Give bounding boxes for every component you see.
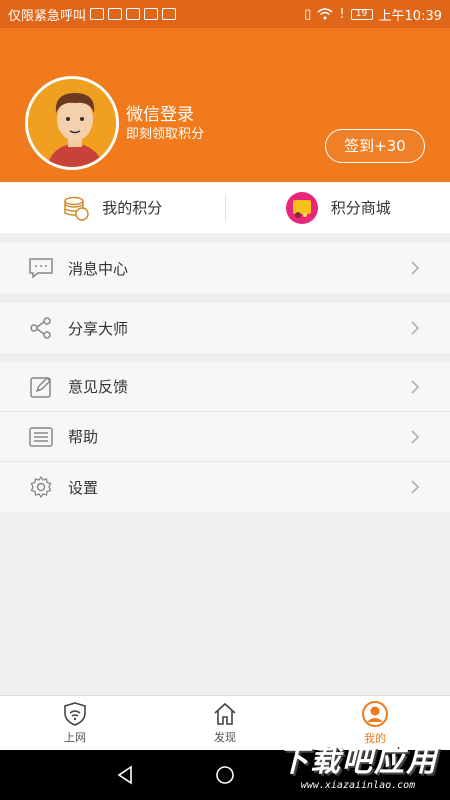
status-bar: 仅限紧急呼叫 ▯ ! 19 上午10:39 — [0, 0, 450, 28]
alert-icon: ! — [339, 6, 345, 22]
avatar[interactable] — [25, 76, 119, 170]
nav-label-discover: 发现 — [214, 731, 236, 744]
app-notification-icon — [144, 8, 159, 20]
avatar-illustration — [28, 79, 116, 167]
chevron-right-icon — [408, 261, 422, 275]
menu-group-messages: 消息中心 — [0, 243, 450, 293]
menu-item-feedback[interactable]: 意见反馈 — [0, 362, 450, 412]
menu-label-settings: 设置 — [68, 478, 99, 497]
menu-item-share-master[interactable]: 分享大师 — [0, 303, 450, 353]
clock: 上午10:39 — [378, 8, 442, 24]
menu-label-share-master: 分享大师 — [68, 319, 129, 338]
chevron-right-icon — [408, 379, 422, 394]
user-icon — [362, 701, 388, 727]
my-points-button[interactable]: 我的积分 — [0, 182, 225, 233]
home-circle-icon[interactable] — [215, 765, 235, 785]
menu-label-help: 帮助 — [68, 428, 99, 446]
wifi-icon — [317, 8, 333, 20]
back-triangle-icon[interactable] — [115, 765, 135, 785]
mall-icon — [285, 191, 318, 224]
coins-icon — [64, 196, 89, 221]
nav-label-internet: 上网 — [64, 731, 86, 744]
menu-item-help[interactable]: 帮助 — [0, 412, 450, 462]
watermark-title: 下载吧应用 — [278, 744, 438, 779]
message-icon — [28, 255, 54, 281]
settings-gear-icon — [28, 474, 54, 500]
menu-group-share: 分享大师 — [0, 303, 450, 353]
watermark-url: www.xiazaiinlao.com — [300, 780, 416, 791]
menu-item-message-center[interactable]: 消息中心 — [0, 243, 450, 293]
points-mall-button[interactable]: 积分商城 — [226, 182, 450, 233]
my-points-label: 我的积分 — [102, 199, 163, 217]
menu-label-feedback: 意见反馈 — [68, 378, 129, 396]
battery-icon: 19 — [350, 8, 373, 20]
carrier-text: 仅限紧急呼叫 — [8, 8, 87, 24]
battery-saver-icon — [108, 8, 123, 20]
points-mall-label: 积分商城 — [330, 199, 391, 217]
help-list-icon — [28, 424, 54, 450]
chevron-right-icon — [408, 429, 422, 444]
vibrate-icon: ▯ — [304, 6, 312, 22]
profile-header: 微信登录 即刻领取积分 签到+30 — [0, 28, 450, 182]
huawei-icon — [162, 8, 177, 20]
shield-wifi-icon — [64, 702, 86, 726]
menu-label-message-center: 消息中心 — [68, 259, 129, 278]
nav-tab-internet[interactable]: 上网 — [0, 696, 150, 750]
points-bar: 我的积分 积分商城 — [0, 182, 450, 233]
menu-item-settings[interactable]: 设置 — [0, 462, 450, 512]
notification-icon — [90, 8, 105, 20]
watermark: 下载吧应用 www.xiazaiinlao.com — [268, 736, 448, 798]
menu-group-support: 意见反馈 帮助 设置 — [0, 362, 450, 512]
chevron-right-icon — [408, 480, 422, 494]
mail-icon — [126, 8, 141, 20]
share-icon — [28, 315, 54, 341]
checkin-button[interactable]: 签到+30 — [325, 129, 425, 163]
home-icon — [214, 702, 236, 725]
feedback-icon — [28, 374, 54, 400]
login-title[interactable]: 微信登录 — [126, 100, 194, 125]
login-subtitle: 即刻领取积分 — [126, 127, 205, 142]
chevron-right-icon — [408, 321, 422, 335]
